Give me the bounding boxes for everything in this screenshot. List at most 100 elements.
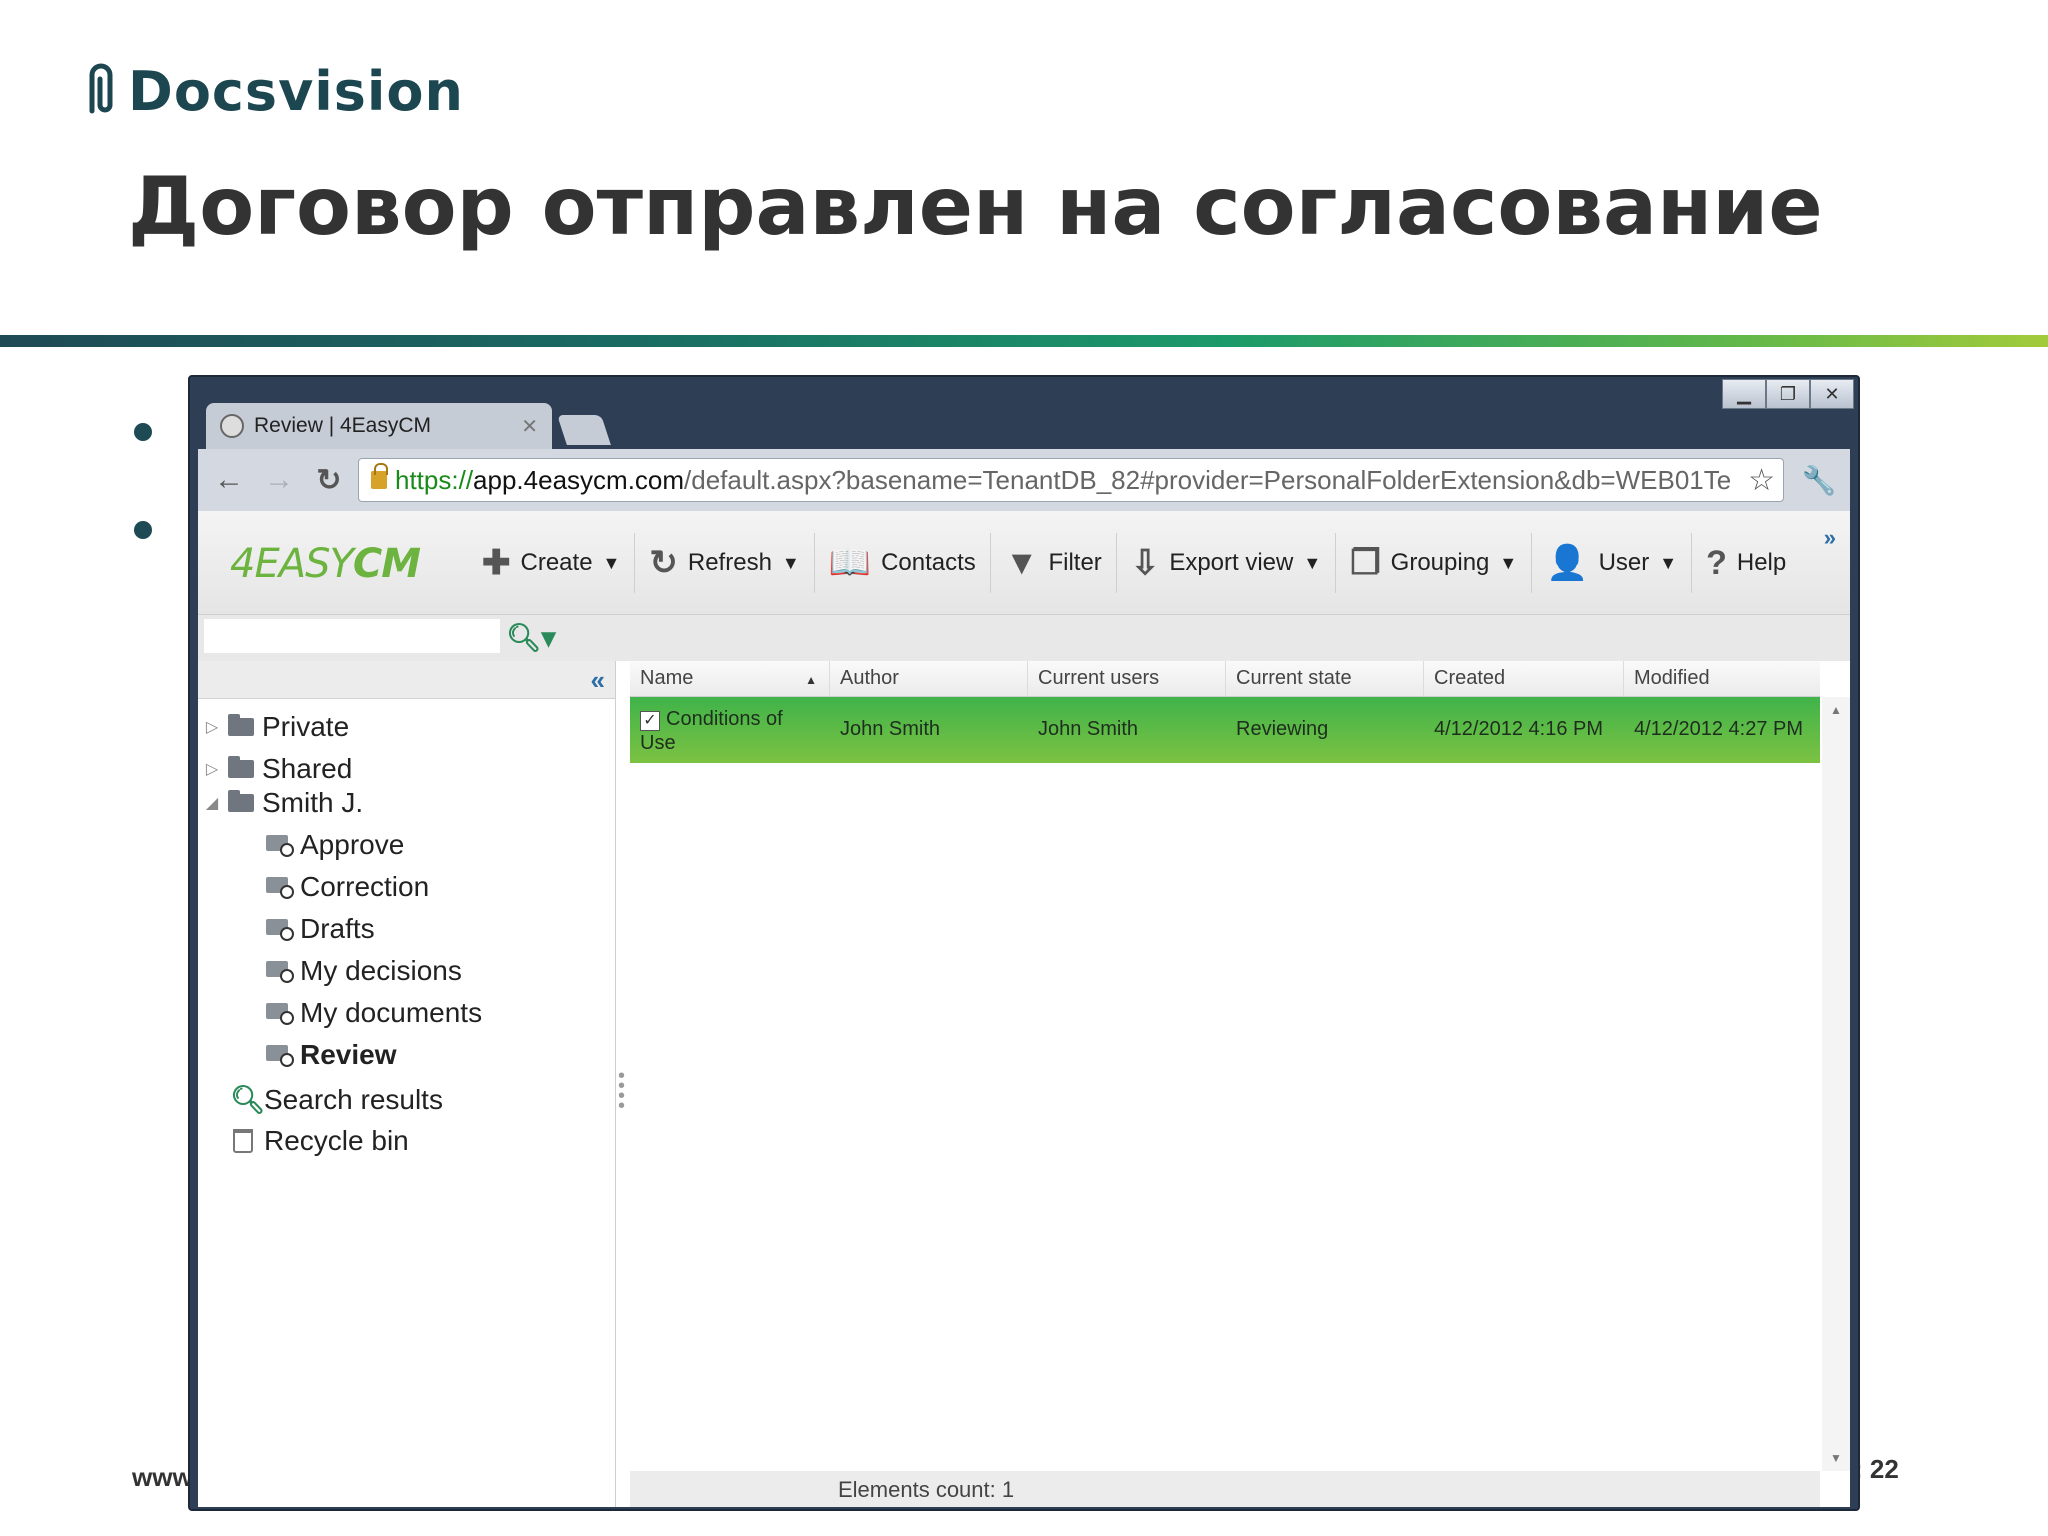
browser-tab[interactable]: Review | 4EasyCM ✕ xyxy=(206,403,552,449)
scroll-down-icon[interactable]: ▼ xyxy=(1830,1451,1842,1465)
tree-item-search-results[interactable]: 🔍︎ Search results xyxy=(230,1083,443,1116)
url-text[interactable]: https://app.4easycm.com/default.aspx?bas… xyxy=(395,465,1740,496)
folder-tree: « ▷ Private ▷ Shared ◢ Smith J. Approve xyxy=(198,661,616,1507)
bullet-dot xyxy=(134,521,152,539)
collapse-arrow-icon[interactable]: ◢ xyxy=(204,793,220,813)
filter-icon: ▼ xyxy=(1004,543,1039,582)
bullet-dot xyxy=(134,423,152,441)
help-icon: ? xyxy=(1706,543,1727,582)
column-header-current-state[interactable]: Current state xyxy=(1226,661,1424,696)
expand-arrow-icon[interactable]: ▷ xyxy=(204,717,220,737)
forward-button[interactable]: → xyxy=(258,459,300,501)
search-input[interactable] xyxy=(204,619,500,653)
search-folder-icon xyxy=(266,835,294,857)
panel-splitter[interactable]: • • • • xyxy=(618,1066,625,1116)
folder-icon xyxy=(228,714,254,736)
filter-button[interactable]: ▼ Filter xyxy=(991,533,1117,593)
dropdown-caret-icon[interactable]: ▼ xyxy=(782,553,800,574)
refresh-button[interactable]: ↻ Refresh ▼ xyxy=(635,533,815,593)
column-header-name[interactable]: Name ▲ xyxy=(630,661,830,696)
grouping-button[interactable]: ❐ Grouping ▼ xyxy=(1336,533,1533,593)
lock-icon xyxy=(371,463,388,489)
plus-icon: ✚ xyxy=(482,544,511,582)
user-icon: 👤 xyxy=(1546,544,1589,582)
sort-ascending-icon: ▲ xyxy=(805,673,817,687)
reload-button[interactable]: ↻ xyxy=(308,459,350,501)
toolbar-label: Create xyxy=(520,549,593,576)
cell-created: 4/12/2012 4:16 PM xyxy=(1434,718,1604,740)
refresh-icon: ↻ xyxy=(649,544,678,582)
tree-item-my-documents[interactable]: My documents xyxy=(266,997,482,1029)
grouping-icon: ❐ xyxy=(1350,544,1381,582)
checkbox[interactable]: ✓ xyxy=(640,711,660,731)
cell-current-users: John Smith xyxy=(1038,718,1139,740)
minimize-button[interactable]: ▁ xyxy=(1722,379,1766,409)
search-folder-icon xyxy=(266,1003,294,1025)
column-header-author[interactable]: Author xyxy=(830,661,1028,696)
cell-name: ✓ Conditions of Use xyxy=(640,708,783,754)
elements-count: Elements count: 1 xyxy=(838,1477,1015,1502)
close-window-button[interactable]: ✕ xyxy=(1810,379,1854,409)
toolbar-buttons: ✚ Create ▼ ↻ Refresh ▼ 📖 Contacts ▼ Filter ⇩ Export… xyxy=(468,533,1800,593)
back-button[interactable]: ← xyxy=(208,459,250,501)
header-divider xyxy=(0,335,2048,347)
tab-close-icon[interactable]: ✕ xyxy=(521,414,538,439)
app-brand-logo: 4EASYCM xyxy=(230,541,421,587)
wrench-icon[interactable]: 🔧 xyxy=(1798,459,1840,501)
footer-website: www xyxy=(132,1462,193,1492)
tree-item-correction[interactable]: Correction xyxy=(266,871,429,903)
scroll-up-icon[interactable]: ▲ xyxy=(1830,703,1842,717)
tree-item-approve[interactable]: Approve xyxy=(266,829,404,861)
tree-item-recycle-bin[interactable]: Recycle bin xyxy=(230,1125,409,1157)
address-bar[interactable]: https://app.4easycm.com/default.aspx?bas… xyxy=(358,458,1784,502)
dropdown-caret-icon[interactable]: ▼ xyxy=(603,553,621,574)
column-header-current-users[interactable]: Current users xyxy=(1028,661,1226,696)
tree-item-shared[interactable]: ▷ Shared xyxy=(204,753,352,785)
toolbar-overflow-icon[interactable]: » xyxy=(1824,525,1836,551)
toolbar-label: Grouping xyxy=(1390,549,1490,576)
search-row: 🔍︎▾ xyxy=(198,615,1850,661)
contacts-button[interactable]: 📖 Contacts xyxy=(815,533,991,593)
tab-title: Review | 4EasyCM xyxy=(254,414,432,437)
app-content: 4EASYCM ✚ Create ▼ ↻ Refresh ▼ 📖 Contacts ▼ Filte… xyxy=(198,511,1850,1507)
column-header-created[interactable]: Created xyxy=(1424,661,1624,696)
help-button[interactable]: ? Help xyxy=(1692,533,1800,593)
tree-item-drafts[interactable]: Drafts xyxy=(266,913,375,945)
tree-item-private[interactable]: ▷ Private xyxy=(204,711,349,743)
toolbar-label: User xyxy=(1598,549,1650,576)
export-icon: ⇩ xyxy=(1130,544,1160,582)
folder-icon xyxy=(228,756,254,778)
bookmark-star-icon[interactable]: ☆ xyxy=(1748,463,1775,498)
tree-item-my-decisions[interactable]: My decisions xyxy=(266,955,462,987)
toolbar-label: Filter xyxy=(1048,549,1102,576)
collapse-panel-icon[interactable]: « xyxy=(591,665,605,696)
logo-text: Docsvision xyxy=(128,59,464,123)
create-button[interactable]: ✚ Create ▼ xyxy=(468,533,636,593)
user-button[interactable]: 👤 User ▼ xyxy=(1532,533,1693,593)
dropdown-caret-icon[interactable]: ▼ xyxy=(1499,553,1517,574)
dropdown-caret-icon[interactable]: ▼ xyxy=(1659,553,1677,574)
maximize-button[interactable]: ❐ xyxy=(1766,379,1810,409)
dropdown-caret-icon[interactable]: ▼ xyxy=(1303,553,1321,574)
toolbar-label: Refresh xyxy=(687,549,772,576)
cell-modified: 4/12/2012 4:27 PM xyxy=(1634,718,1804,740)
tree-header: « xyxy=(198,661,615,699)
status-bar: Elements count: 1 xyxy=(630,1471,1820,1507)
search-dropdown-button[interactable]: 🔍︎▾ xyxy=(506,621,556,654)
browser-window: ▁ ❐ ✕ Review | 4EasyCM ✕ ← → ↻ https://a… xyxy=(188,375,1860,1511)
expand-arrow-icon[interactable]: ▷ xyxy=(204,759,220,779)
search-folder-icon xyxy=(266,877,294,899)
vertical-scrollbar[interactable]: ▲ ▼ xyxy=(1822,697,1850,1471)
tree-item-smith[interactable]: ◢ Smith J. xyxy=(204,787,363,819)
toolbar-label: Export view xyxy=(1169,549,1294,576)
column-header-modified[interactable]: Modified xyxy=(1624,661,1820,696)
search-folder-icon xyxy=(266,1045,294,1067)
search-folder-icon xyxy=(266,961,294,983)
tree-item-review[interactable]: Review xyxy=(266,1039,397,1071)
export-view-button[interactable]: ⇩ Export view ▼ xyxy=(1117,533,1337,593)
browser-navbar: ← → ↻ https://app.4easycm.com/default.as… xyxy=(198,449,1850,511)
cell-current-state: Reviewing xyxy=(1236,718,1329,740)
cell-author: John Smith xyxy=(840,718,941,740)
table-row[interactable]: ✓ Conditions of Use John Smith John Smith… xyxy=(630,697,1820,763)
new-tab-button[interactable] xyxy=(557,415,611,445)
